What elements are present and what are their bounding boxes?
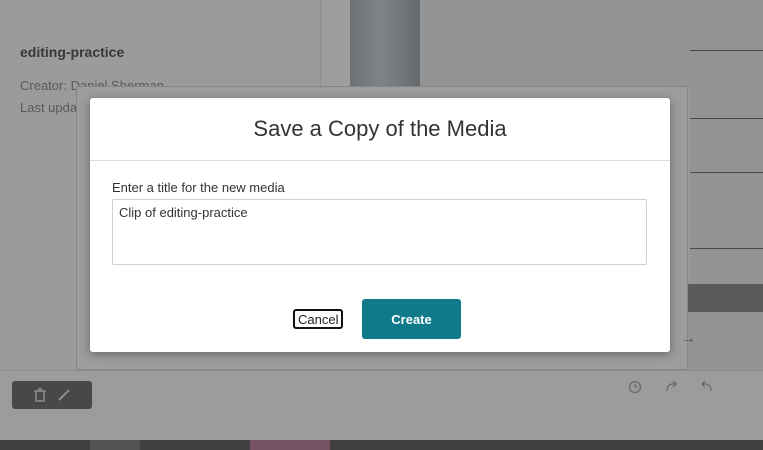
dialog-body: Enter a title for the new media Clip of … (90, 161, 670, 265)
title-field-label: Enter a title for the new media (112, 180, 285, 195)
cancel-button[interactable]: Cancel (293, 309, 344, 329)
create-button[interactable]: Create (362, 299, 461, 339)
dialog-header: Save a Copy of the Media (90, 98, 670, 161)
new-media-title-input[interactable]: Clip of editing-practice (112, 199, 647, 265)
dialog-footer: Cancel Create (90, 298, 670, 340)
dialog-title: Save a Copy of the Media (253, 116, 507, 141)
save-copy-dialog: Save a Copy of the Media Enter a title f… (90, 98, 670, 352)
